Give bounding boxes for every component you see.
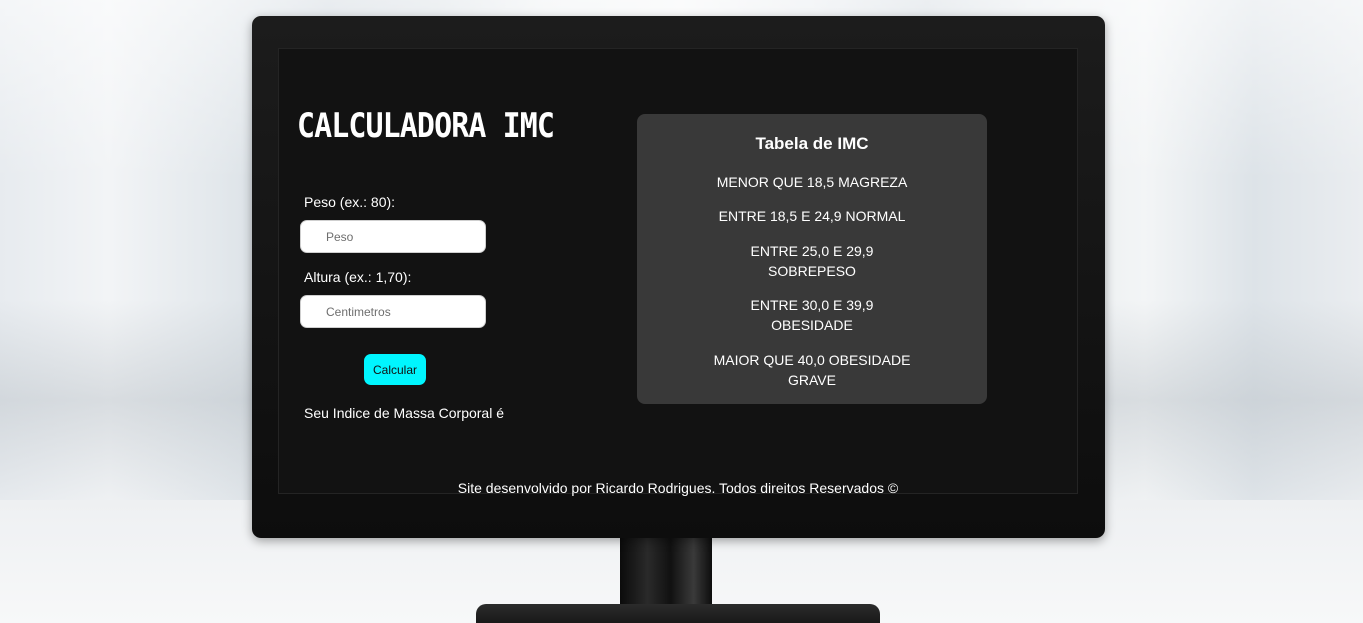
imc-row-obesidade-grave: MAIOR QUE 40,0 OBESIDADE GRAVE bbox=[713, 352, 911, 388]
imc-row-sobrepeso: ENTRE 25,0 E 29,9 SOBREPESO bbox=[750, 243, 874, 279]
monitor-stand-neck bbox=[620, 530, 712, 610]
footer-credits: Site desenvolvido por Ricardo Rodrigues.… bbox=[457, 480, 899, 496]
imc-row-magreza: MENOR QUE 18,5 MAGREZA bbox=[716, 174, 908, 190]
altura-input[interactable] bbox=[300, 295, 486, 328]
imc-row-obesidade: ENTRE 30,0 E 39,9 OBESIDADE bbox=[750, 297, 874, 333]
calcular-button[interactable]: Calcular bbox=[364, 354, 426, 385]
peso-label: Peso (ex.: 80): bbox=[304, 194, 396, 210]
result-text: Seu Indice de Massa Corporal é bbox=[304, 405, 504, 421]
altura-label: Altura (ex.: 1,70): bbox=[304, 269, 412, 285]
imc-row-normal: ENTRE 18,5 E 24,9 NORMAL bbox=[718, 208, 906, 224]
peso-input[interactable] bbox=[300, 220, 486, 253]
imc-table-panel: Tabela de IMC MENOR QUE 18,5 MAGREZA ENT… bbox=[637, 114, 987, 404]
page-title: CALCULADORA IMC bbox=[297, 106, 555, 146]
monitor-stand-base bbox=[476, 604, 880, 623]
imc-table-title: Tabela de IMC bbox=[755, 134, 869, 153]
